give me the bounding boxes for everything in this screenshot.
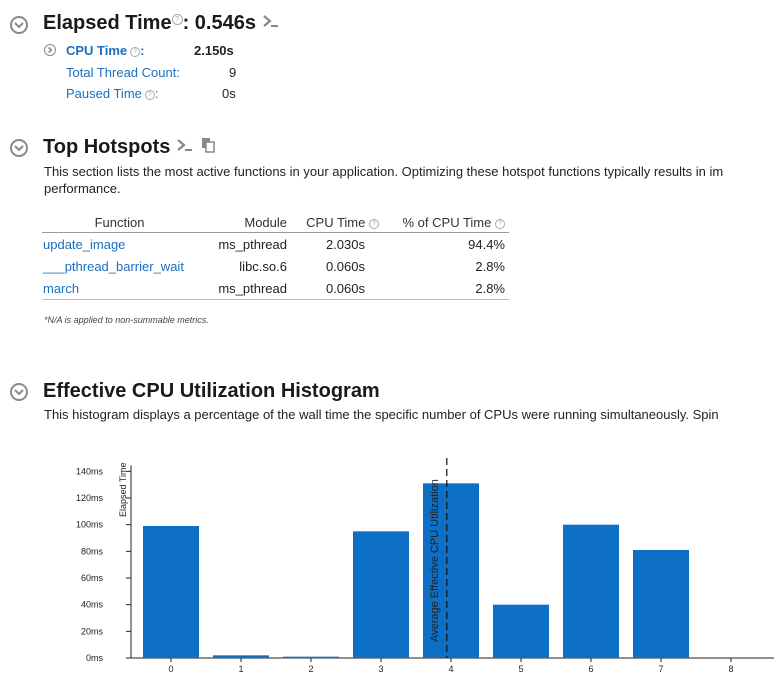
chevron-down-icon [14, 388, 24, 395]
cpu-time-cell: 2.030s [325, 236, 365, 252]
thread-count-value: 9 [229, 65, 237, 80]
column-header-function[interactable]: Function [42, 213, 197, 233]
top-hotspots-title: Top Hotspots [43, 136, 171, 158]
histogram-collapse-toggle[interactable] [10, 383, 28, 401]
table-row: ___pthread_barrier_wait libc.so.6 0.060s… [42, 255, 509, 277]
chevron-right-icon [48, 47, 53, 53]
y-tick-label: 120ms [76, 493, 104, 503]
x-tick-label: 2 [308, 664, 313, 674]
x-tick-label: 7 [658, 664, 663, 674]
thread-count-label: Total Thread Count: [66, 65, 180, 80]
cpu-time-expand-toggle[interactable] [44, 44, 56, 56]
y-tick-label: 20ms [81, 626, 104, 636]
x-tick-label: 1 [238, 664, 243, 674]
function-link[interactable]: ___pthread_barrier_wait [43, 259, 184, 274]
y-axis-title: Elapsed Time [118, 462, 128, 517]
elapsed-time-heading: Elapsed Time?: 0.546s [43, 12, 280, 35]
percent-cell: 2.8% [475, 258, 505, 274]
table-header-row: Function Module CPU Time ? % of CPU Time… [42, 213, 509, 233]
cpu-time-label[interactable]: CPU Time?: [66, 43, 145, 58]
cpu-time-cell: 0.060s [291, 277, 383, 300]
histogram-bar [633, 550, 689, 658]
y-tick-label: 0ms [86, 653, 104, 663]
module-cell: ms_pthread [218, 236, 287, 252]
hotspots-collapse-toggle[interactable] [10, 139, 28, 157]
help-icon[interactable]: ? [130, 46, 141, 57]
percent-cell: 2.8% [383, 277, 509, 300]
elapsed-collapse-toggle[interactable] [10, 16, 28, 34]
hotspots-description: This section lists the most active funct… [44, 164, 724, 196]
histogram-bar [143, 526, 199, 658]
help-icon[interactable]: ? [369, 218, 379, 229]
y-tick-label: 60ms [81, 573, 104, 583]
top-hotspots-heading: Top Hotspots [43, 136, 216, 159]
function-link[interactable]: update_image [43, 237, 125, 252]
y-tick-label: 80ms [81, 546, 104, 556]
histogram-bar [563, 524, 619, 658]
chevron-down-icon [14, 21, 24, 28]
table-row: update_image ms_pthread 2.030s 94.4% [42, 233, 509, 256]
x-tick-label: 4 [448, 664, 453, 674]
x-tick-label: 6 [588, 664, 593, 674]
cpu-time-cell: 0.060s [325, 258, 365, 274]
elapsed-time-value: : 0.546s [182, 12, 256, 34]
function-cell[interactable]: update_image [42, 233, 197, 256]
function-link[interactable]: march [43, 281, 79, 296]
function-cell[interactable]: ___pthread_barrier_wait [42, 255, 197, 277]
x-tick-label: 3 [378, 664, 383, 674]
column-header-module[interactable]: Module [197, 213, 291, 233]
y-tick-label: 100ms [76, 520, 104, 530]
cpu-utilization-histogram: 0ms 20ms 40ms 60ms 80ms 100ms 120ms 140ms 0 1 2 3 4 5… [76, 458, 774, 674]
histogram-title: Effective CPU Utilization Histogram [43, 380, 380, 402]
cpu-time-value: 2.150s [194, 43, 234, 58]
module-cell: libc.so.6 [239, 258, 287, 274]
histogram-bar [353, 531, 409, 658]
paused-time-label: Paused Time?: [66, 86, 159, 101]
histogram-bar [493, 604, 549, 658]
x-tick-label: 5 [518, 664, 523, 674]
elapsed-time-title: Elapsed Time [43, 12, 172, 34]
x-tick-label: 8 [728, 664, 733, 674]
help-icon[interactable]: ? [495, 218, 505, 229]
copy-icon[interactable] [200, 136, 216, 159]
command-line-icon[interactable] [176, 136, 194, 159]
help-icon[interactable]: ? [171, 14, 183, 26]
x-tick-label: 0 [168, 664, 173, 674]
percent-cell: 94.4% [468, 236, 505, 252]
footnote: *N/A is applied to non-summable metrics. [44, 315, 209, 325]
histogram-description: This histogram displays a percentage of … [44, 407, 719, 422]
histogram-bar [213, 655, 269, 658]
column-header-cpu-time[interactable]: CPU Time ? [291, 213, 383, 233]
paused-time-value: 0s [222, 86, 236, 101]
table-row: march ms_pthread 0.060s 2.8% [42, 277, 509, 300]
column-header-percent-cpu-time[interactable]: % of CPU Time ? [383, 213, 509, 233]
histogram-bar [283, 656, 339, 659]
command-line-icon[interactable] [262, 12, 280, 35]
module-cell: ms_pthread [197, 277, 291, 300]
average-utilization-label: Average Effective CPU Utilization [428, 479, 441, 642]
hotspots-table: Function Module CPU Time ? % of CPU Time… [42, 213, 509, 300]
y-tick-label: 40ms [81, 600, 104, 610]
chevron-down-icon [14, 144, 24, 151]
help-icon[interactable]: ? [144, 89, 155, 100]
function-cell[interactable]: march [42, 277, 197, 300]
y-tick-label: 140ms [76, 466, 104, 476]
